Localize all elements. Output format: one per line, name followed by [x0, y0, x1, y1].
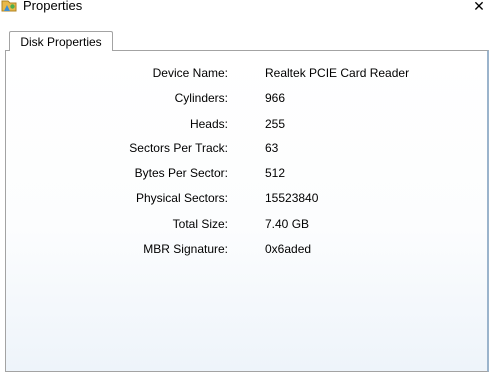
- title-bar: Properties ✕: [0, 0, 493, 18]
- bytes-per-sector-label: Bytes Per Sector:: [134, 166, 228, 180]
- properties-panel: Device Name: Realtek PCIE Card Reader Cy…: [5, 50, 489, 372]
- total-size-value: 7.40 GB: [265, 217, 310, 231]
- heads-label: Heads:: [189, 117, 228, 131]
- cylinders-value: 966: [265, 91, 286, 105]
- device-name-label: Device Name:: [152, 66, 228, 80]
- tab-disk-properties[interactable]: Disk Properties: [9, 31, 113, 51]
- row-physical-sectors: Physical Sectors: 15523840: [6, 190, 487, 206]
- sectors-per-track-value: 63: [265, 141, 279, 155]
- row-mbr-signature: MBR Signature: 0x6aded: [6, 241, 487, 257]
- app-icon: [1, 0, 17, 12]
- device-name-value: Realtek PCIE Card Reader: [265, 66, 410, 80]
- close-icon: ✕: [473, 0, 485, 14]
- close-button[interactable]: ✕: [466, 0, 492, 15]
- row-heads: Heads: 255: [6, 116, 487, 132]
- total-size-label: Total Size:: [172, 217, 228, 231]
- row-bytes-per-sector: Bytes Per Sector: 512: [6, 165, 487, 181]
- sectors-per-track-label: Sectors Per Track:: [129, 141, 228, 155]
- row-sectors-per-track: Sectors Per Track: 63: [6, 140, 487, 156]
- tab-label: Disk Properties: [20, 35, 102, 49]
- mbr-signature-label: MBR Signature:: [143, 242, 228, 256]
- physical-sectors-label: Physical Sectors:: [135, 191, 228, 205]
- row-cylinders: Cylinders: 966: [6, 90, 487, 106]
- bytes-per-sector-value: 512: [265, 166, 286, 180]
- window-title: Properties: [23, 0, 83, 13]
- heads-value: 255: [265, 117, 286, 131]
- row-device-name: Device Name: Realtek PCIE Card Reader: [6, 65, 487, 81]
- row-total-size: Total Size: 7.40 GB: [6, 216, 487, 232]
- physical-sectors-value: 15523840: [265, 191, 319, 205]
- mbr-signature-value: 0x6aded: [265, 242, 312, 256]
- cylinders-label: Cylinders:: [174, 91, 228, 105]
